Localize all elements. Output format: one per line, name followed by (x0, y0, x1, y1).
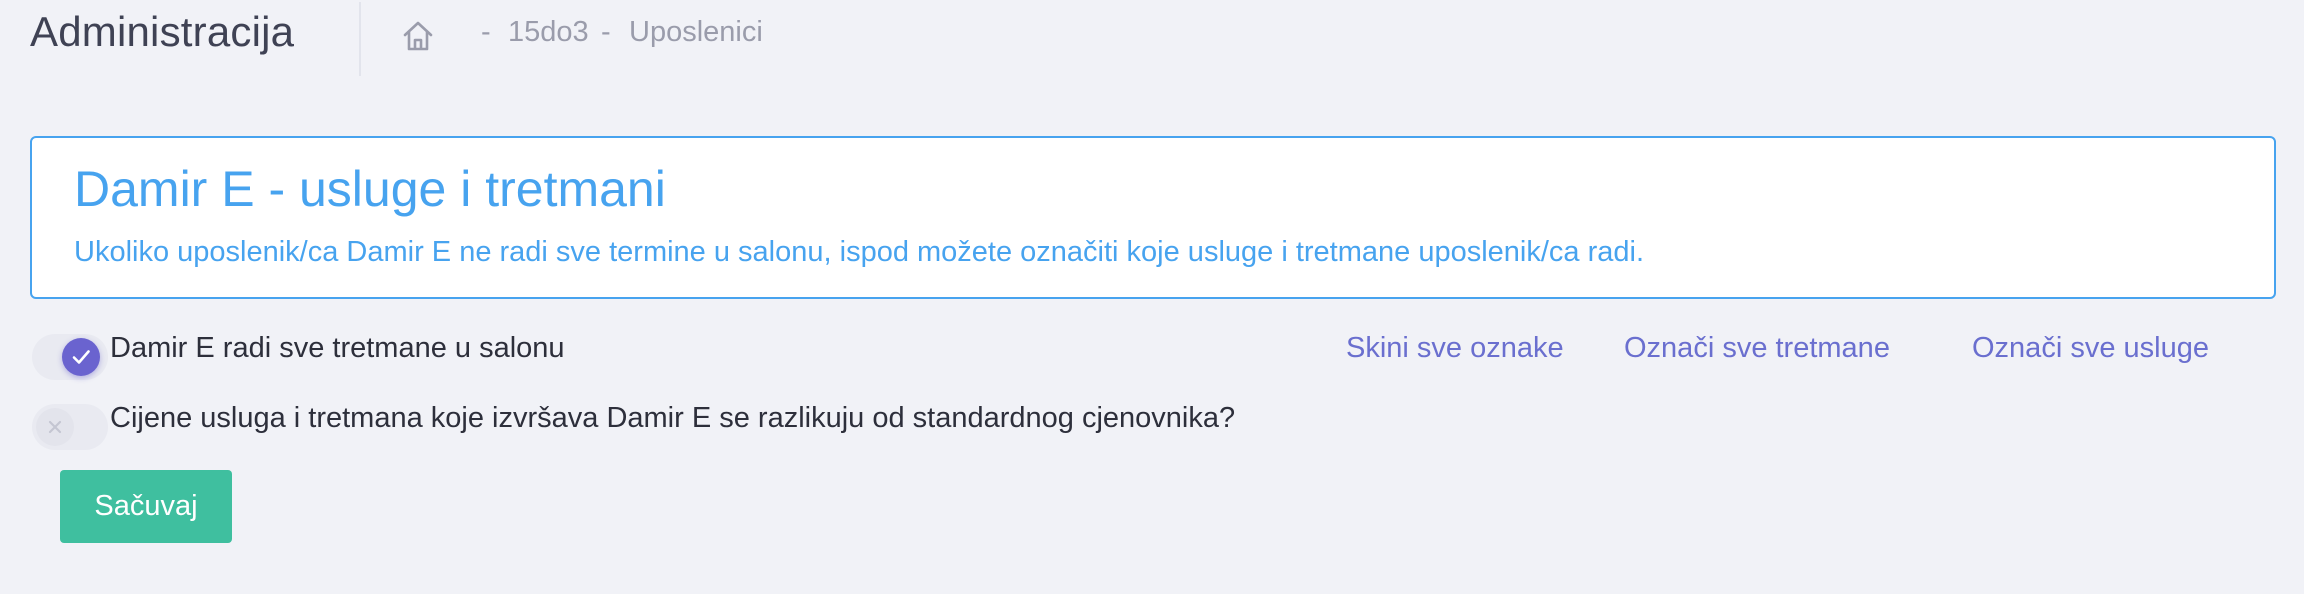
save-button[interactable]: Sačuvaj (60, 470, 232, 543)
toggle-knob (36, 408, 74, 446)
info-box-description: Ukoliko uposlenik/ca Damir E ne radi sve… (74, 236, 1645, 268)
custom-prices-label: Cijene usluga i tretmana koje izvršava D… (110, 402, 1236, 434)
custom-prices-toggle[interactable] (32, 404, 108, 450)
breadcrumb-separator: - (601, 16, 611, 48)
all-treatments-toggle[interactable] (32, 334, 108, 380)
breadcrumb-separator: - (481, 16, 491, 48)
close-icon (48, 420, 62, 434)
page-title: Administracija (30, 8, 295, 55)
all-treatments-label: Damir E radi sve tretmane u salonu (110, 332, 565, 364)
toggle-knob (62, 338, 100, 376)
home-icon[interactable] (400, 18, 436, 54)
clear-all-link[interactable]: Skini sve oznake (1346, 332, 1564, 365)
breadcrumb-item-15do3[interactable]: 15do3 (508, 16, 589, 49)
select-all-services-link[interactable]: Označi sve usluge (1972, 332, 2209, 365)
top-bar: Administracija - 15do3 - Uposlenici (0, 0, 2304, 76)
select-all-treatments-link[interactable]: Označi sve tretmane (1624, 332, 1890, 365)
title-divider (359, 2, 361, 76)
breadcrumb-item-uposlenici[interactable]: Uposlenici (629, 16, 763, 49)
check-icon (72, 350, 90, 364)
info-box-title: Damir E - usluge i tretmani (74, 161, 666, 217)
info-box: Damir E - usluge i tretmani Ukoliko upos… (30, 136, 2276, 299)
